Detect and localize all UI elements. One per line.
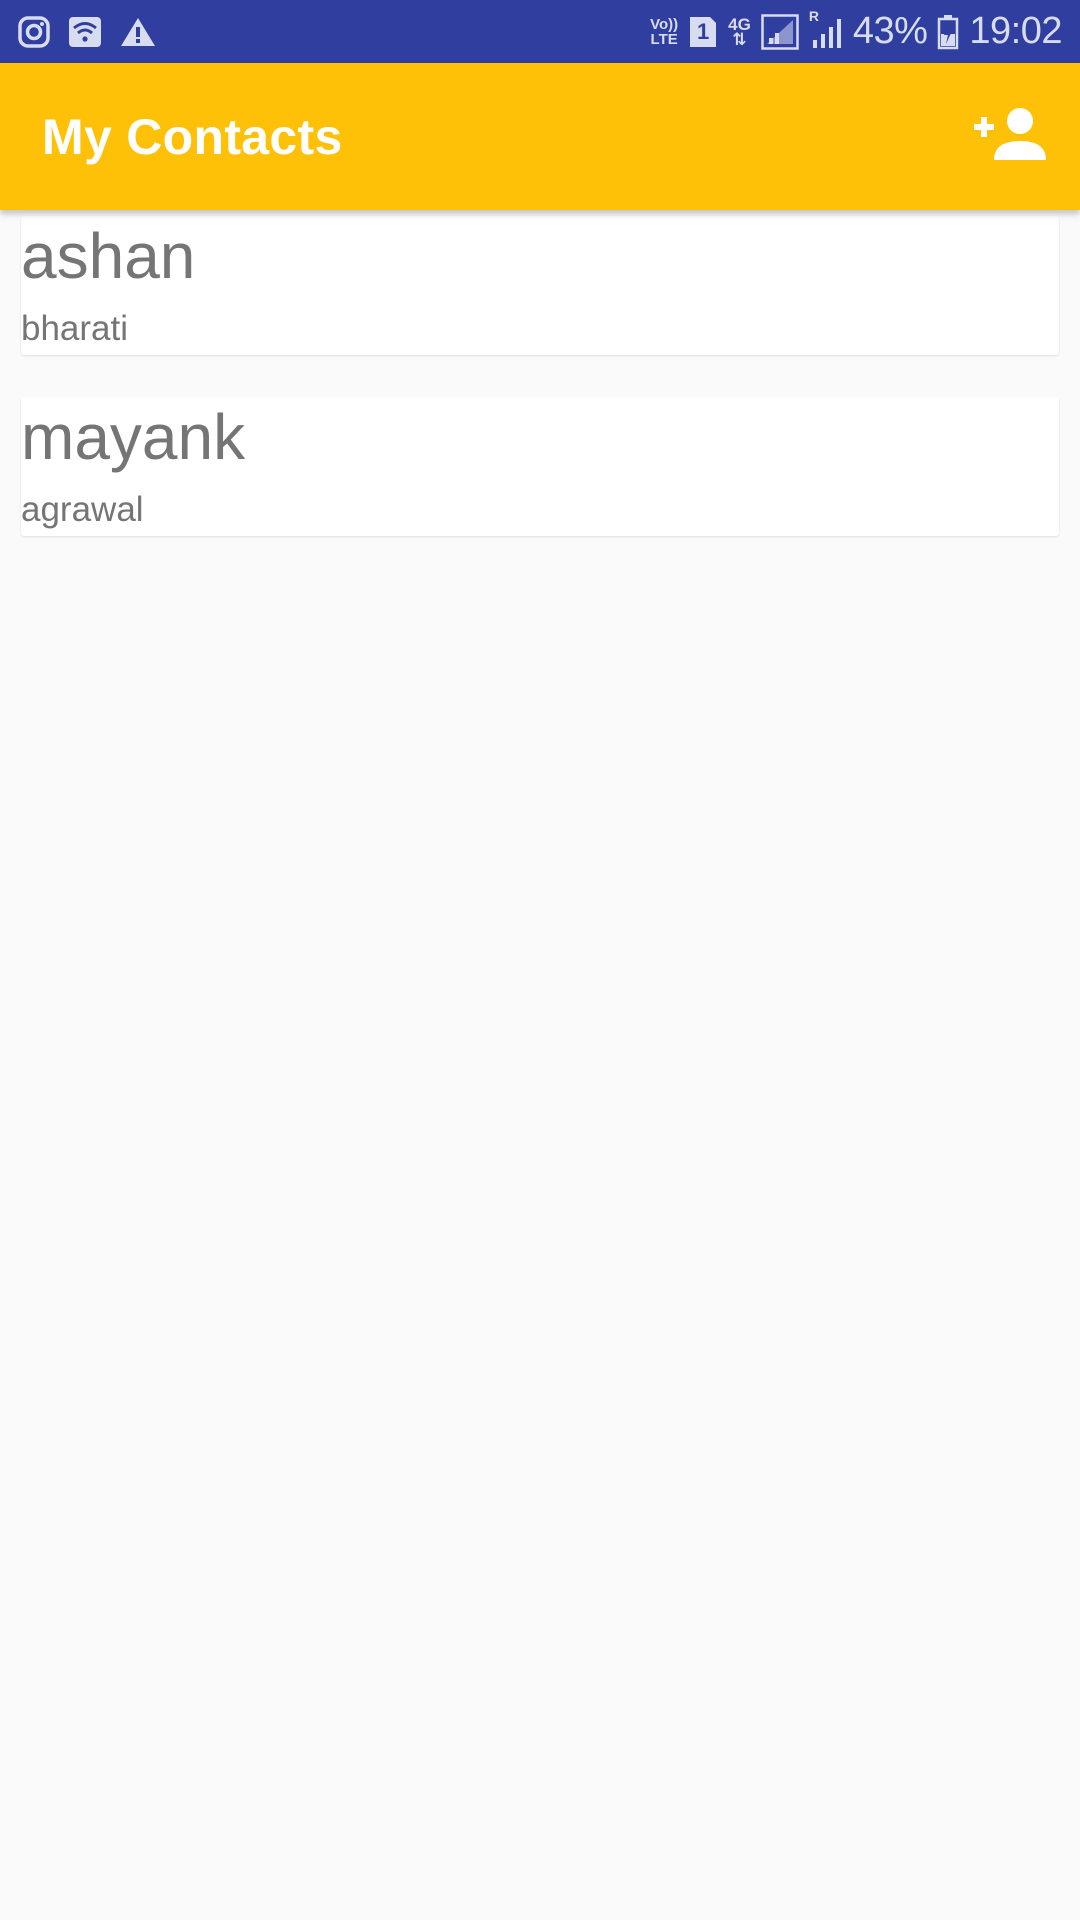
- contact-name: ashan: [21, 220, 196, 292]
- contact-card[interactable]: ashan bharati: [21, 216, 1059, 355]
- battery-charging-icon: [937, 14, 959, 50]
- roaming-signal-icon: R: [809, 8, 843, 50]
- volte-indicator: Vo)) LTE: [650, 15, 679, 48]
- contact-surname: bharati: [21, 309, 129, 348]
- roaming-label: R: [808, 7, 819, 24]
- warning-icon: [120, 16, 156, 48]
- clock: 19:02: [969, 10, 1062, 52]
- page-title: My Contacts: [42, 108, 343, 165]
- app-bar: My Contacts: [0, 63, 1080, 210]
- network-type-indicator: 4G ⇅: [728, 14, 751, 49]
- add-person-icon: [972, 106, 1048, 167]
- add-contact-button[interactable]: [970, 97, 1050, 177]
- status-bar-system: Vo)) LTE 1 4G ⇅ R 43% 19:02: [640, 8, 1062, 53]
- wifi-icon: [68, 16, 102, 48]
- contact-surname: agrawal: [21, 490, 144, 529]
- battery-percentage: 43%: [852, 10, 928, 52]
- contact-name: mayank: [21, 401, 246, 473]
- status-bar: Vo)) LTE 1 4G ⇅ R 43% 19:02: [0, 0, 1080, 63]
- instagram-icon: [18, 15, 50, 48]
- sim-slot-number: 1: [697, 18, 710, 44]
- contact-card[interactable]: mayank agrawal: [21, 397, 1059, 536]
- sim-card-icon: 1: [688, 15, 718, 49]
- signal-strength-icon: [761, 13, 799, 50]
- status-bar-notifications: [18, 15, 174, 48]
